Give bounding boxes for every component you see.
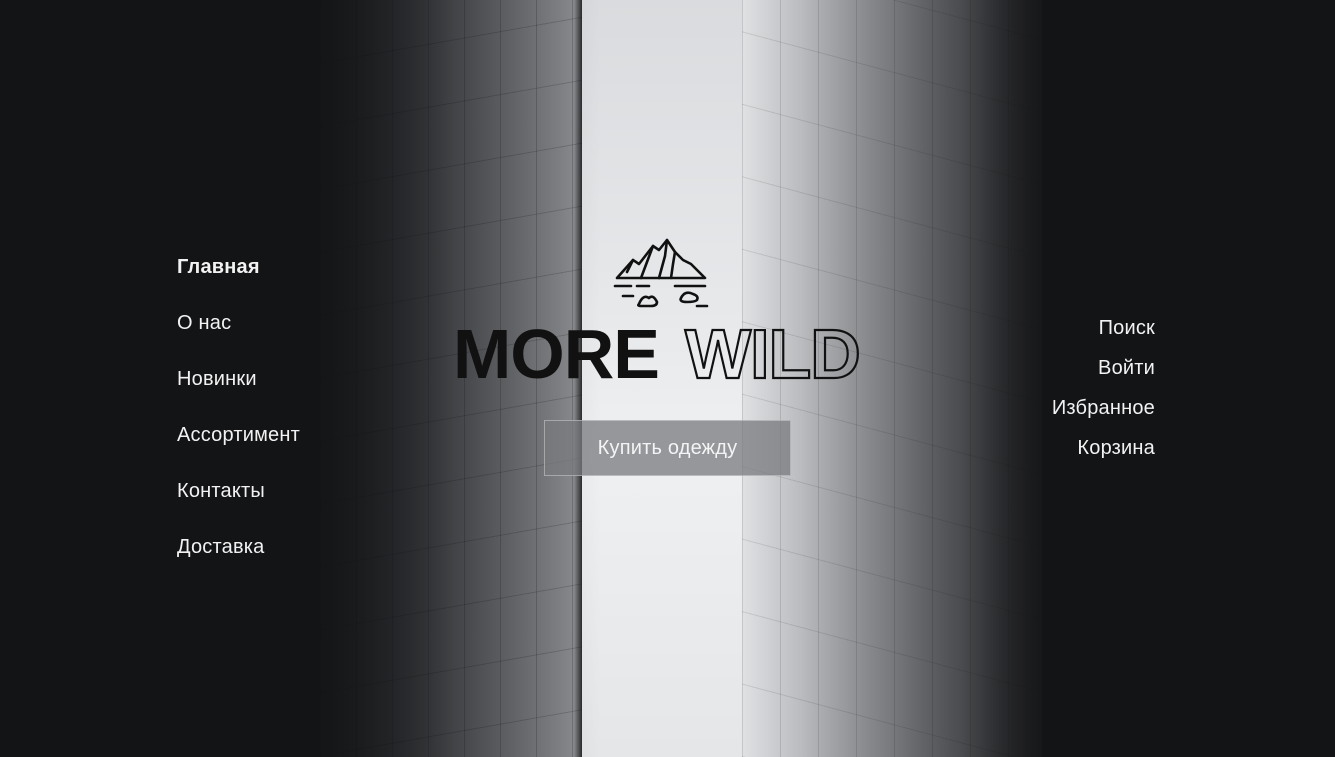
nav-item-catalog[interactable]: Ассортимент xyxy=(177,423,300,447)
mountain-iceberg-icon xyxy=(613,238,709,308)
landing-page: Главная О нас Новинки Ассортимент Контак… xyxy=(0,0,1335,757)
nav-item-login[interactable]: Войти xyxy=(1098,356,1155,380)
nav-item-new-arrivals[interactable]: Новинки xyxy=(177,367,300,391)
nav-item-about[interactable]: О нас xyxy=(177,311,300,335)
main-navigation: Главная О нас Новинки Ассортимент Контак… xyxy=(177,255,300,591)
brand-logo[interactable]: MORE WILD xyxy=(453,238,883,388)
brand-wordmark: MORE WILD xyxy=(453,322,862,382)
nav-item-search[interactable]: Поиск xyxy=(1099,316,1155,340)
user-navigation: Поиск Войти Избранное Корзина xyxy=(1052,316,1155,476)
nav-item-cart[interactable]: Корзина xyxy=(1077,436,1155,460)
brand-word-wild: WILD xyxy=(685,322,860,382)
nav-item-contacts[interactable]: Контакты xyxy=(177,479,300,503)
nav-item-home[interactable]: Главная xyxy=(177,255,300,279)
buy-clothes-button[interactable]: Купить одежду xyxy=(544,420,791,476)
nav-item-delivery[interactable]: Доставка xyxy=(177,535,300,559)
nav-item-favorites[interactable]: Избранное xyxy=(1052,396,1155,420)
brand-word-more: MORE xyxy=(453,322,659,382)
